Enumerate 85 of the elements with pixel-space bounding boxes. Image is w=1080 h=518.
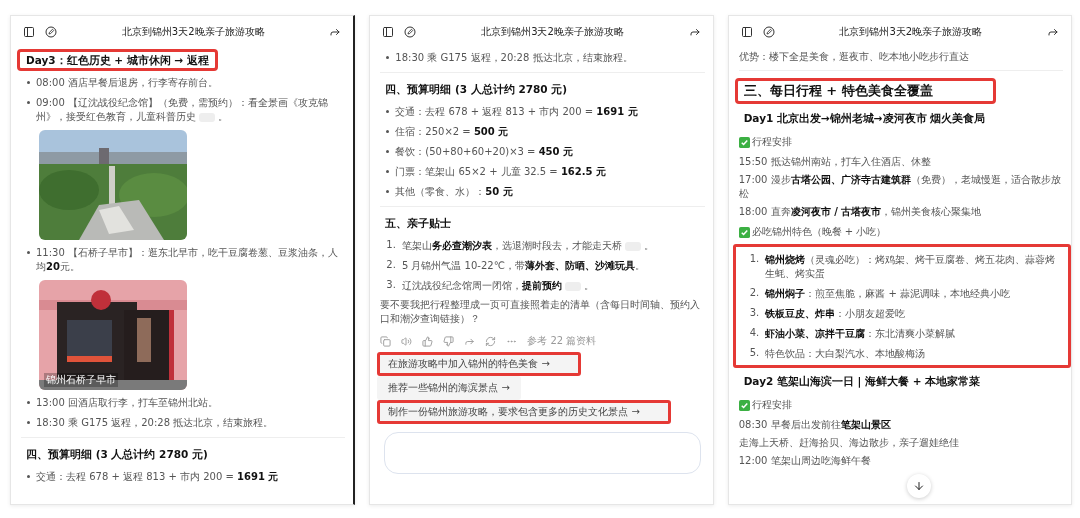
checkbox-icon	[738, 226, 750, 238]
paragraph: 优势：楼下全是美食，逛夜市、吃本地小吃步行直达	[738, 50, 970, 64]
bullet-icon	[386, 130, 390, 133]
checklist-label: 行程安排	[751, 398, 792, 412]
subheading: 四、预算明细 (3 人总计约 2780 元)	[384, 82, 569, 97]
list-item-text: 5 月锦州气温 10-22℃，带薄外套、防晒、沙滩玩具。	[401, 259, 645, 273]
checklist-label: 行程安排	[751, 135, 792, 149]
list-item-text: 虾油小菜、凉拌干豆腐：东北清爽小菜解腻	[765, 327, 956, 341]
picture-caption: 锦州石桥子早市	[44, 373, 118, 387]
list-number: 3.	[386, 278, 396, 292]
subheading: Day3：红色历史 + 城市休闲 → 返程	[17, 49, 218, 71]
sidebar-icon[interactable]	[23, 26, 35, 38]
list-item-text: 特色饮品：大白梨汽水、本地酸梅汤	[765, 347, 926, 361]
list-number: 4.	[749, 326, 760, 340]
paragraph: 17:00 漫步古塔公园、广济寺古建筑群（免费），老城慢逛，适合散步放松	[738, 173, 1062, 201]
edit-icon[interactable]	[45, 26, 57, 38]
subheading: Day2 笔架山海滨一日 | 海鲜大餐 + 本地家常菜	[742, 374, 982, 390]
paragraph: 走海上天桥、赶海拾贝、海边散步，亲子遛娃绝佳	[738, 436, 960, 450]
list-item-text: 住宿：250×2 = 500 元	[395, 125, 509, 139]
section-heading: 三、每日行程 + 特色美食全覆盖	[734, 78, 996, 104]
sidebar-icon[interactable]	[740, 26, 753, 38]
bullet-icon	[386, 110, 390, 113]
bullet-icon	[27, 421, 30, 424]
list-item-text: 09:00 【辽沈战役纪念馆】（免费，需预约）：看全景画《攻克锦州》，接受红色教育，儿童科普历史 。	[36, 96, 329, 124]
bullet-icon	[386, 150, 390, 153]
chat-title: 北京到锦州3天2晚亲子旅游攻略	[838, 25, 984, 39]
list-item-text: 交通：去程 678 + 返程 813 + 市内 200 = 1691 元	[36, 470, 279, 484]
list-number: 1.	[386, 238, 396, 252]
list-item-text: 18:30 乘 G175 返程，20:28 抵达北京，结束旅程。	[395, 51, 633, 65]
suggestion-button[interactable]: 推荐一些锦州的海滨景点 →	[377, 376, 521, 400]
share-icon[interactable]	[329, 26, 342, 38]
checkbox-icon	[738, 136, 750, 148]
list-item-text: 门票：笔架山 65×2 + 儿童 32.5 = 162.5 元	[395, 165, 606, 179]
scroll-down-button[interactable]	[906, 474, 931, 498]
list-item-text: 11:30 【石桥子早市】：逛东北早市，吃干豆腐卷葱、豆浆油条，人均20元。	[36, 246, 339, 274]
paragraph: 要不要我把行程整理成一页可直接照着走的清单（含每日时间轴、预约入口和潮汐查询链接）？	[380, 298, 702, 326]
thumbs-up-icon[interactable]	[422, 335, 434, 347]
list-item-text: 18:30 乘 G175 返程，20:28 抵达北京，结束旅程。	[36, 416, 274, 430]
speaker-icon[interactable]	[401, 335, 413, 347]
list-item-text: 锦州烧烤（灵魂必吃）：烤鸡架、烤干豆腐卷、烤五花肉、蒜蓉烤生蚝、烤实蛋	[765, 253, 1057, 281]
input-field[interactable]	[384, 432, 701, 474]
arrow-down-icon	[912, 480, 925, 492]
list-number: 3.	[749, 306, 760, 320]
chat-title: 北京到锦州3天2晚亲子旅游攻略	[120, 25, 266, 39]
bullet-icon	[27, 401, 30, 404]
bullet-icon	[386, 170, 390, 173]
chat-title: 北京到锦州3天2晚亲子旅游攻略	[480, 25, 625, 39]
edit-icon[interactable]	[762, 26, 775, 38]
paragraph: 18:00 直奔凌河夜市 / 古塔夜市，锦州美食核心聚集地	[738, 205, 983, 219]
list-item-text: 13:00 回酒店取行李，打车至锦州北站。	[36, 396, 218, 410]
bullet-icon	[27, 101, 30, 104]
list-item-text: 辽沈战役纪念馆周一闭馆，提前预约 。	[401, 279, 594, 293]
suggestion-button[interactable]: 在旅游攻略中加入锦州的特色美食 →	[377, 352, 581, 376]
list-number: 1.	[749, 252, 760, 266]
list-item-text: 笔架山务必查潮汐表，选退潮时段去，才能走天桥 。	[401, 239, 654, 253]
list-item-text: 铁板豆皮、炸串：小朋友超爱吃	[765, 307, 906, 321]
suggestion-button[interactable]: 制作一份锦州旅游攻略，要求包含更多的历史文化景点 →	[377, 400, 671, 424]
bullet-icon	[27, 475, 30, 478]
share-icon[interactable]	[1047, 26, 1059, 38]
subheading: 四、预算明细 (3 人总计约 2780 元)	[25, 447, 209, 462]
sidebar-icon[interactable]	[382, 26, 395, 38]
list-number: 2.	[386, 258, 396, 272]
list-item-text: 餐饮：(50+80+60+20)×3 = 450 元	[395, 145, 573, 159]
list-item-text: 其他（零食、水）：50 元	[395, 185, 513, 199]
subheading: Day1 北京出发→锦州老城→凌河夜市 烟火美食局	[742, 111, 987, 126]
checklist-label: 必吃锦州特色（晚餐 + 小吃）	[751, 225, 887, 239]
subheading: 五、亲子贴士	[384, 216, 453, 231]
copy-icon[interactable]	[380, 335, 392, 347]
share-icon[interactable]	[688, 26, 701, 38]
thumbs-down-icon[interactable]	[443, 335, 455, 347]
list-item-text: 08:00 酒店早餐后退房，行李寄存前台。	[36, 76, 218, 90]
bullet-icon	[27, 81, 30, 84]
list-number: 2.	[749, 286, 760, 300]
paragraph: 15:50 抵达锦州南站，打车入住酒店、休整	[738, 155, 932, 169]
list-number: 5.	[749, 346, 760, 360]
list-item-text: 交通：去程 678 + 返程 813 + 市内 200 = 1691 元	[395, 105, 638, 119]
paragraph: 12:00 笔架山周边吃海鲜午餐	[738, 454, 872, 468]
bullet-icon	[386, 190, 390, 193]
list-item-text: 锦州焖子：煎至焦脆，麻酱 + 蒜泥调味，本地经典小吃	[765, 287, 1010, 301]
edit-icon[interactable]	[404, 26, 417, 38]
checkbox-icon	[738, 399, 750, 411]
refresh-icon[interactable]	[485, 335, 497, 347]
bullet-icon	[27, 251, 30, 254]
paragraph: 08:30 早餐后出发前往笔架山景区	[738, 418, 892, 432]
bullet-icon	[386, 56, 390, 59]
